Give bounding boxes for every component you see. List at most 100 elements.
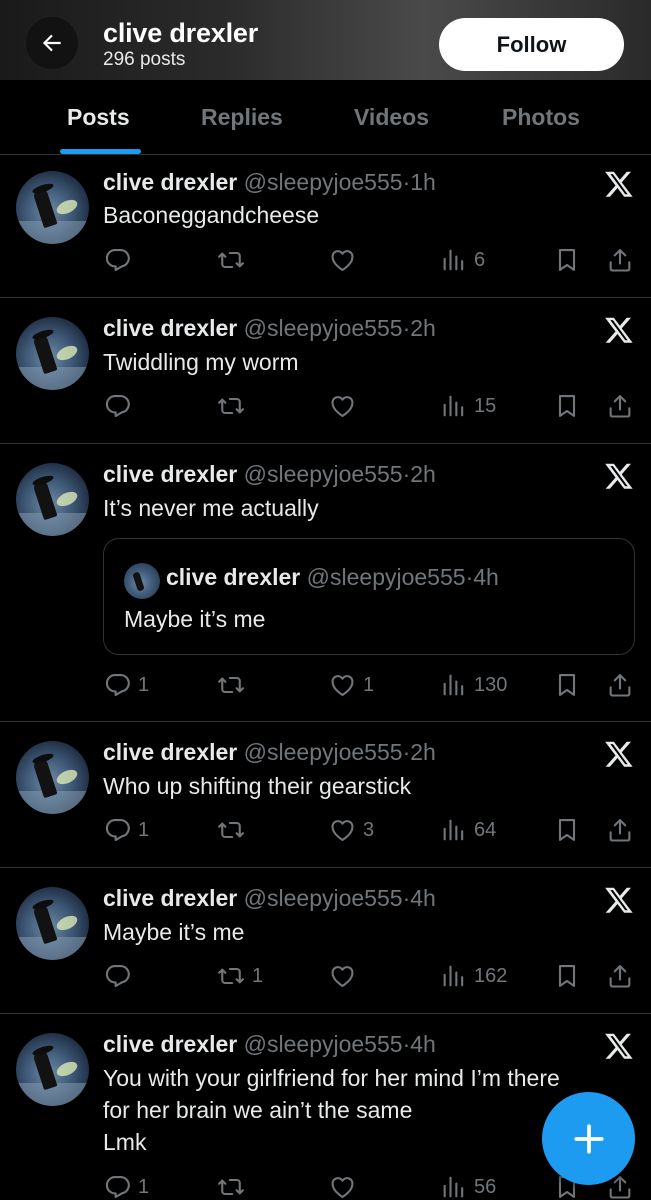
avatar[interactable] [16, 463, 89, 536]
views-icon [443, 395, 464, 417]
post-author-name[interactable]: clive drexler [103, 885, 237, 911]
x-logo-icon[interactable] [604, 885, 634, 915]
share-button[interactable] [606, 961, 634, 991]
share-button[interactable] [606, 245, 634, 275]
post-author-name[interactable]: clive drexler [103, 461, 237, 487]
like-button[interactable]: 1 [328, 670, 374, 700]
views-icon [443, 965, 464, 987]
back-button[interactable] [26, 17, 78, 69]
like-button[interactable]: 3 [328, 815, 374, 845]
repost-count: 1 [252, 964, 264, 987]
share-icon [609, 395, 631, 418]
post-item[interactable]: clive drexler @sleepyjoe555·1h Baconegga… [0, 155, 651, 298]
reply-icon [105, 395, 130, 418]
quoted-meta: clive drexler @sleepyjoe555·4h [166, 564, 499, 591]
heart-icon [331, 966, 354, 987]
reply-button[interactable] [104, 961, 132, 991]
post-time: 4h [410, 1031, 436, 1057]
post-author-name[interactable]: clive drexler [103, 739, 237, 765]
bookmark-button[interactable] [553, 391, 581, 421]
x-logo-icon[interactable] [604, 169, 634, 199]
avatar[interactable] [16, 887, 89, 960]
views-button[interactable]: 56 [440, 1172, 496, 1200]
post-meta: clive drexler @sleepyjoe555·2h [103, 739, 436, 766]
post-handle[interactable]: @sleepyjoe555 [244, 461, 403, 487]
repost-icon [218, 397, 244, 415]
profile-tabs: Posts Replies Videos Photos [0, 80, 651, 155]
tab-photos[interactable]: Photos [502, 104, 580, 131]
compose-button[interactable] [542, 1092, 635, 1185]
avatar[interactable] [16, 1033, 89, 1106]
share-button[interactable] [606, 391, 634, 421]
reply-button[interactable]: 1 [104, 1172, 149, 1200]
post-text: Maybe it’s me [103, 919, 245, 945]
post-meta: clive drexler @sleepyjoe555·1h [103, 169, 436, 196]
x-logo-icon[interactable] [604, 1031, 634, 1061]
like-button[interactable] [328, 245, 357, 275]
x-logo-icon[interactable] [604, 315, 634, 345]
views-button[interactable]: 130 [440, 670, 507, 700]
like-button[interactable] [328, 961, 357, 991]
post-handle[interactable]: @sleepyjoe555 [244, 739, 403, 765]
quoted-post[interactable]: clive drexler @sleepyjoe555·4h Maybe it’… [103, 538, 635, 655]
arrow-left-icon [42, 34, 61, 52]
post-author-name[interactable]: clive drexler [103, 169, 237, 195]
repost-button[interactable] [216, 391, 246, 421]
repost-button[interactable] [216, 670, 246, 700]
quoted-author-name: clive drexler [166, 564, 301, 590]
post-meta: clive drexler @sleepyjoe555·4h [103, 1031, 436, 1058]
share-icon [609, 674, 631, 697]
bookmark-button[interactable] [553, 961, 581, 991]
post-meta: clive drexler @sleepyjoe555·2h [103, 315, 436, 342]
post-handle[interactable]: @sleepyjoe555 [244, 885, 403, 911]
avatar[interactable] [16, 741, 89, 814]
post-author-name[interactable]: clive drexler [103, 1031, 237, 1057]
post-actions: 1 3 64 [0, 815, 651, 845]
reply-button[interactable]: 1 [104, 815, 149, 845]
post-meta: clive drexler @sleepyjoe555·2h [103, 461, 436, 488]
post-item[interactable]: clive drexler @sleepyjoe555·4h Maybe it’… [0, 868, 651, 1014]
views-count: 15 [474, 394, 497, 417]
post-author-name[interactable]: clive drexler [103, 315, 237, 341]
post-handle[interactable]: @sleepyjoe555 [244, 315, 403, 341]
bookmark-button[interactable] [553, 245, 581, 275]
follow-button[interactable]: Follow [439, 18, 624, 71]
share-button[interactable] [606, 815, 634, 845]
reply-button[interactable]: 1 [104, 670, 149, 700]
views-button[interactable]: 64 [440, 815, 496, 845]
post-text-line: You with your girlfriend for her mind I’… [103, 1065, 560, 1091]
post-handle[interactable]: @sleepyjoe555 [244, 169, 403, 195]
reply-button[interactable] [104, 391, 132, 421]
quoted-time: 4h [473, 564, 499, 590]
post-time: 2h [410, 461, 436, 487]
views-button[interactable]: 6 [440, 245, 485, 275]
views-button[interactable]: 162 [440, 961, 507, 991]
tab-videos[interactable]: Videos [354, 104, 429, 131]
post-handle[interactable]: @sleepyjoe555 [244, 1031, 403, 1057]
like-button[interactable] [328, 391, 357, 421]
quoted-text: Maybe it’s me [124, 606, 266, 632]
avatar[interactable] [16, 171, 89, 244]
repost-icon [218, 251, 244, 269]
share-button[interactable] [606, 670, 634, 700]
x-logo-icon[interactable] [604, 461, 634, 491]
avatar[interactable] [16, 317, 89, 390]
tab-replies[interactable]: Replies [201, 104, 283, 131]
post-text: Twiddling my worm [103, 349, 299, 375]
like-button[interactable] [328, 1172, 357, 1200]
post-time: 2h [410, 315, 436, 341]
repost-button[interactable] [216, 1172, 246, 1200]
x-logo-icon[interactable] [604, 739, 634, 769]
views-button[interactable]: 15 [440, 391, 496, 421]
tab-posts[interactable]: Posts [67, 104, 130, 131]
post-item[interactable]: clive drexler @sleepyjoe555·2h Twiddling… [0, 298, 651, 444]
post-item[interactable]: clive drexler @sleepyjoe555·2h Who up sh… [0, 722, 651, 868]
repost-button[interactable]: 1 [216, 961, 263, 991]
post-item[interactable]: clive drexler @sleepyjoe555·2h It’s neve… [0, 444, 651, 722]
post-count: 296 posts [103, 49, 186, 70]
bookmark-button[interactable] [553, 670, 581, 700]
repost-button[interactable] [216, 815, 246, 845]
reply-button[interactable] [104, 245, 132, 275]
bookmark-button[interactable] [553, 815, 581, 845]
repost-button[interactable] [216, 245, 246, 275]
